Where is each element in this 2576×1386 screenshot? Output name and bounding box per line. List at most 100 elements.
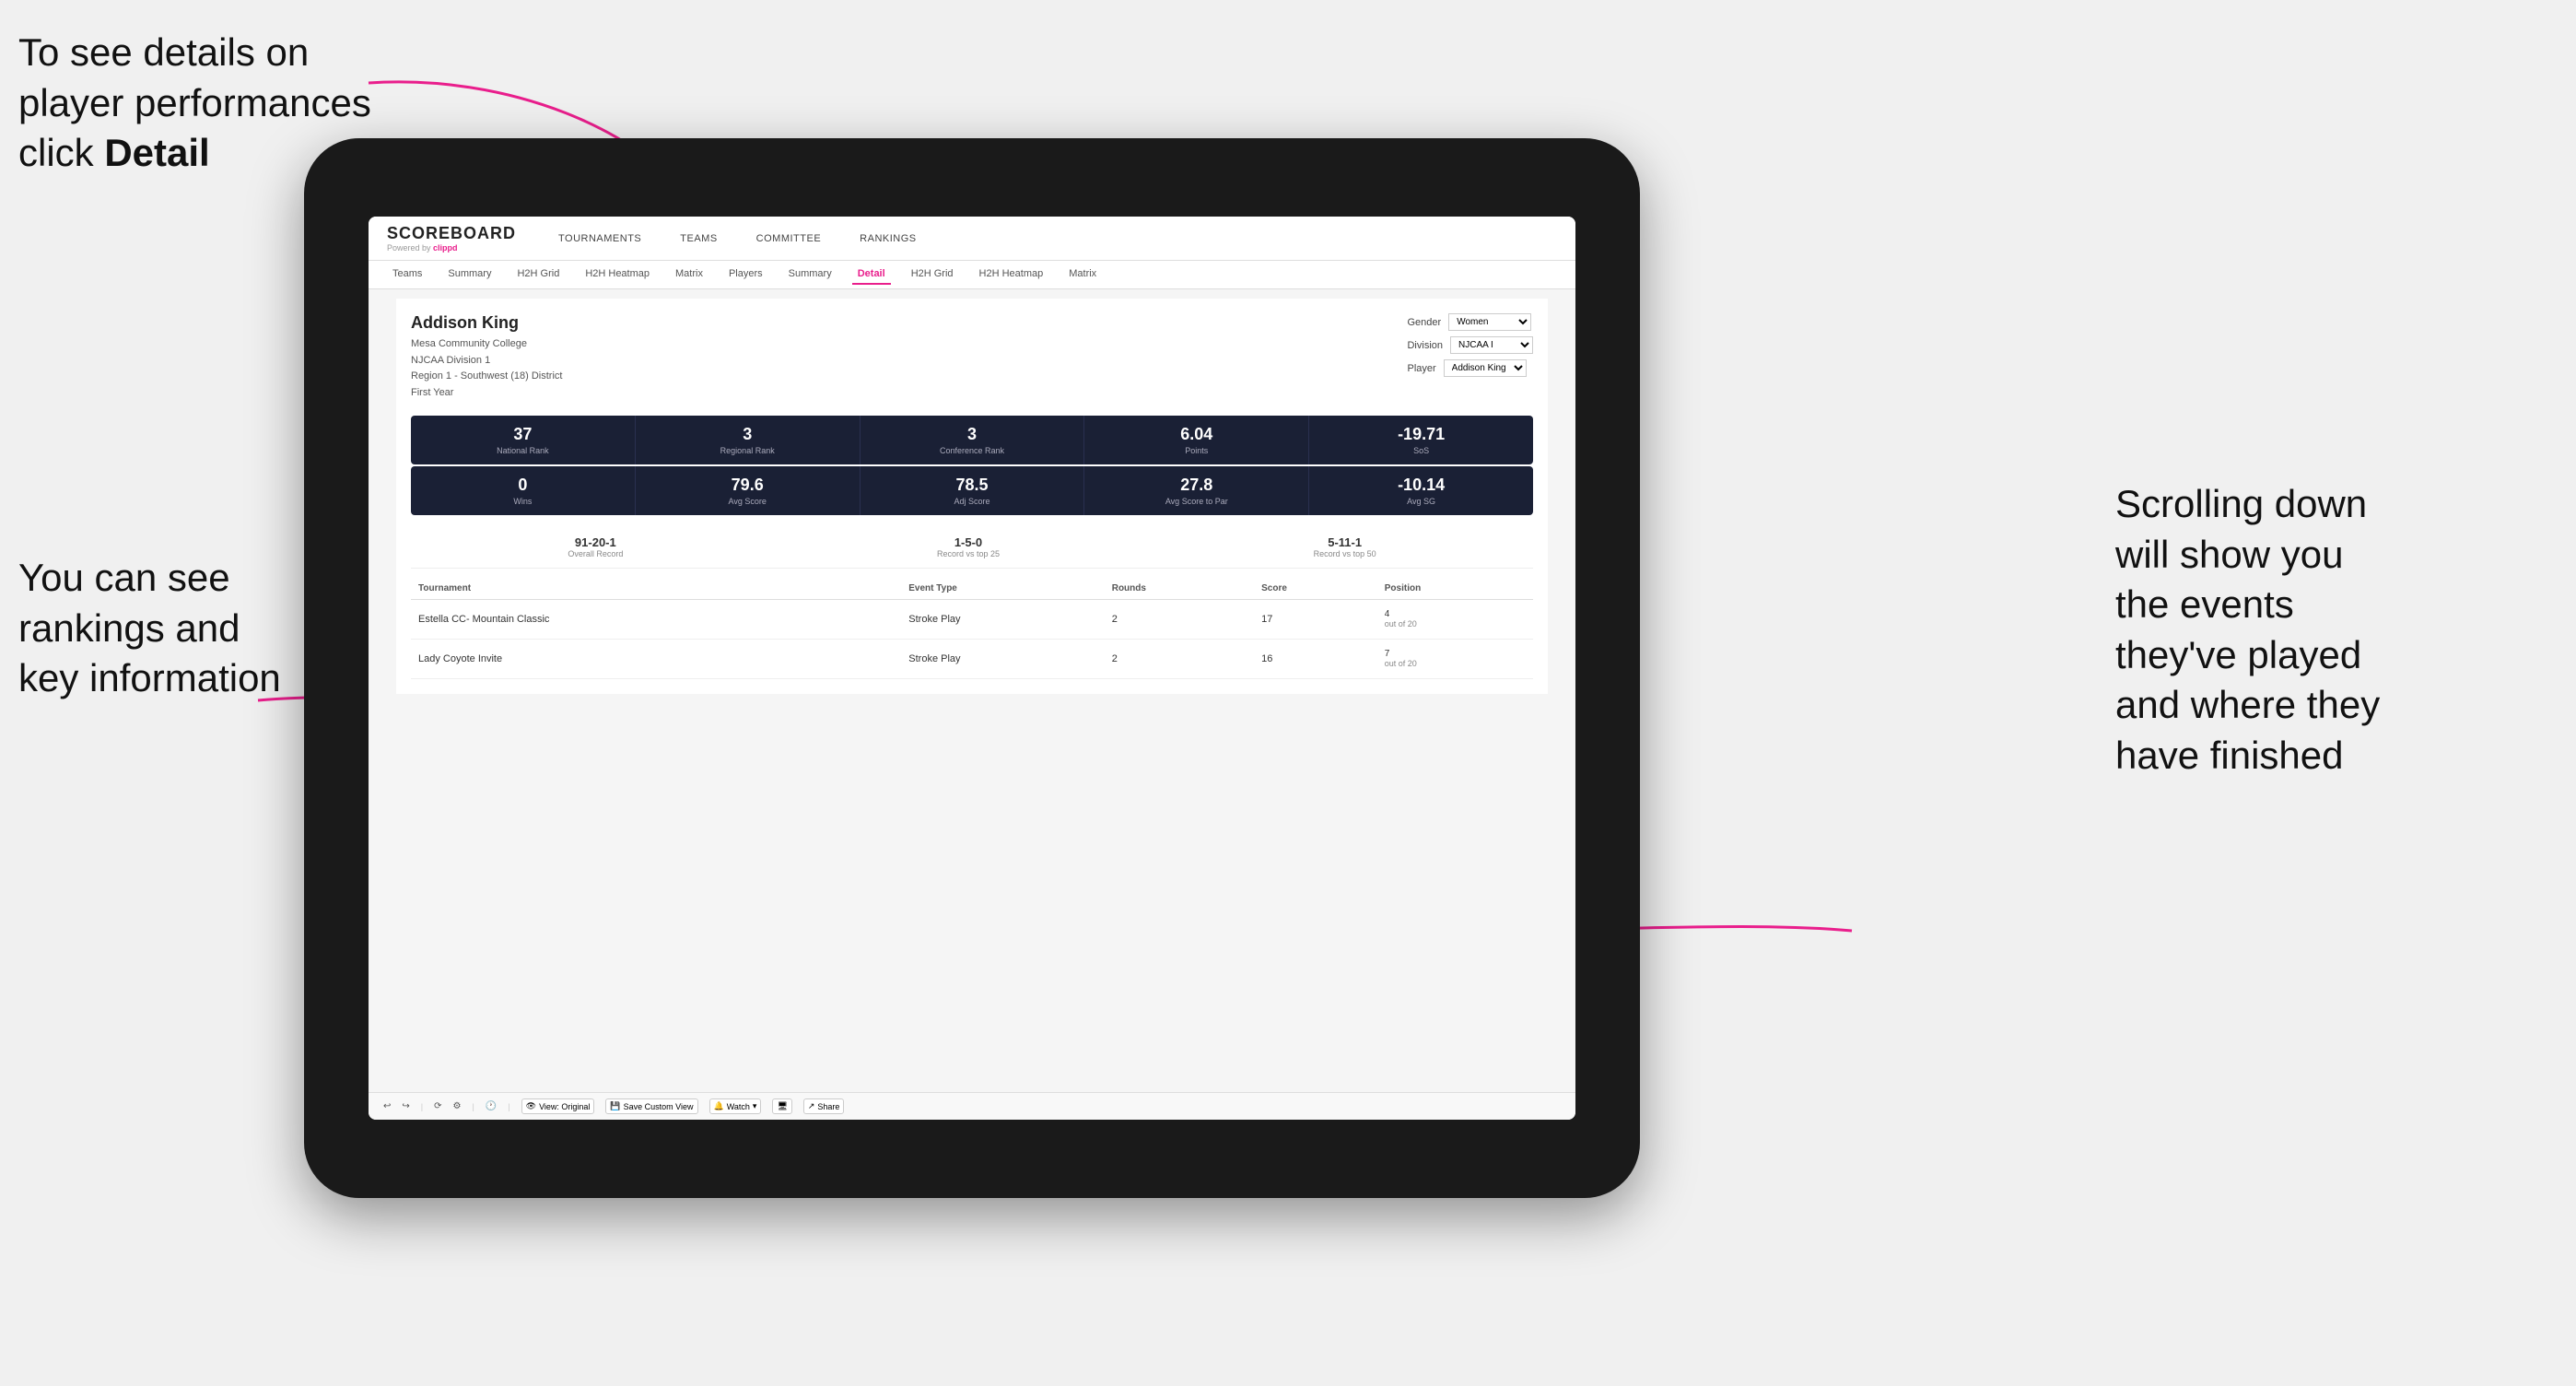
- td-position-1: 4out of 20: [1377, 600, 1533, 640]
- stat-conference-rank: 3 Conference Rank: [861, 416, 1085, 464]
- stat-points-value: 6.04: [1092, 425, 1301, 444]
- record-overall-value: 91-20-1: [568, 535, 623, 549]
- stat-avg-sg: -10.14 Avg SG: [1309, 466, 1533, 515]
- logo-scoreboard: SCOREBOARD: [387, 224, 516, 243]
- content-inner: Addison King Mesa Community College NJCA…: [396, 299, 1548, 694]
- save-icon: 💾: [610, 1101, 620, 1111]
- division-label: Division: [1407, 340, 1443, 351]
- share-button[interactable]: ↗ Share: [803, 1098, 845, 1114]
- bottom-toolbar: ↩ ↪ | ⟳ ⚙ | 🕐 | 👁 View: Original 💾 Save …: [369, 1092, 1575, 1120]
- records-row: 91-20-1 Overall Record 1-5-0 Record vs t…: [411, 526, 1533, 569]
- gender-label: Gender: [1407, 317, 1441, 328]
- stat-national-rank: 37 National Rank: [411, 416, 636, 464]
- stat-adj-score-value: 78.5: [868, 476, 1077, 495]
- subnav-players[interactable]: Players: [723, 264, 768, 285]
- td-tournament-2: Lady Coyote Invite: [411, 640, 856, 679]
- stat-adj-score-label: Adj Score: [868, 497, 1077, 506]
- stat-conference-rank-label: Conference Rank: [868, 446, 1077, 455]
- nav-rankings[interactable]: RANKINGS: [854, 229, 921, 248]
- stat-regional-rank: 3 Regional Rank: [636, 416, 861, 464]
- subnav-detail[interactable]: Detail: [852, 264, 891, 285]
- nav-tournaments[interactable]: TOURNAMENTS: [553, 229, 647, 248]
- stats-row-2: 0 Wins 79.6 Avg Score 78.5 Adj Score 27.…: [411, 466, 1533, 515]
- subnav-h2h-grid[interactable]: H2H Grid: [511, 264, 565, 285]
- view-label: View: Original: [539, 1102, 590, 1111]
- td-empty-2: [856, 640, 901, 679]
- record-top50-value: 5-11-1: [1314, 535, 1376, 549]
- th-position: Position: [1377, 578, 1533, 600]
- th-event-type: Event Type: [901, 578, 1104, 600]
- gender-select[interactable]: Women: [1448, 313, 1531, 331]
- stat-adj-score: 78.5 Adj Score: [861, 466, 1085, 515]
- main-content: Addison King Mesa Community College NJCA…: [369, 289, 1575, 1092]
- player-label: Player: [1407, 363, 1435, 374]
- record-overall-label: Overall Record: [568, 549, 623, 558]
- th-rounds: Rounds: [1105, 578, 1254, 600]
- screen-button[interactable]: 🖥: [772, 1098, 791, 1114]
- player-region: Region 1 - Southwest (18) District: [411, 369, 562, 385]
- subnav-summary[interactable]: Summary: [442, 264, 497, 285]
- subnav-matrix2[interactable]: Matrix: [1063, 264, 1102, 285]
- td-position-2: 7out of 20: [1377, 640, 1533, 679]
- settings-icon[interactable]: ⚙: [453, 1101, 462, 1111]
- refresh-icon[interactable]: ⟳: [434, 1101, 441, 1111]
- th-score: Score: [1254, 578, 1377, 600]
- tournament-table: Tournament Event Type Rounds Score Posit…: [411, 578, 1533, 679]
- view-icon: 👁: [526, 1101, 536, 1111]
- td-tournament-1: Estella CC- Mountain Classic: [411, 600, 856, 640]
- watch-icon: 🔔: [714, 1101, 724, 1111]
- td-event-type-2: Stroke Play: [901, 640, 1104, 679]
- undo-icon[interactable]: ↩: [383, 1101, 391, 1111]
- top-navigation: SCOREBOARD Powered by clippd TOURNAMENTS…: [369, 217, 1575, 261]
- subnav-h2h-grid2[interactable]: H2H Grid: [906, 264, 959, 285]
- tablet-device: SCOREBOARD Powered by clippd TOURNAMENTS…: [304, 138, 1640, 1198]
- annotation-bottom-left: You can see rankings and key information: [18, 553, 281, 704]
- stat-avg-score-label: Avg Score: [643, 497, 852, 506]
- player-name: Addison King: [411, 313, 562, 333]
- td-rounds-1: 2: [1105, 600, 1254, 640]
- save-custom-view-button[interactable]: 💾 Save Custom View: [605, 1098, 697, 1114]
- record-top25-value: 1-5-0: [937, 535, 1000, 549]
- save-label: Save Custom View: [624, 1102, 694, 1111]
- screen-icon: 🖥: [777, 1101, 787, 1111]
- division-select[interactable]: NJCAA I: [1450, 336, 1533, 354]
- stat-national-rank-value: 37: [418, 425, 627, 444]
- player-select[interactable]: Addison King: [1444, 359, 1527, 377]
- toolbar-sep2: |: [472, 1102, 474, 1111]
- subnav-h2h-heatmap2[interactable]: H2H Heatmap: [974, 264, 1049, 285]
- toolbar-sep3: |: [508, 1102, 509, 1111]
- stat-avg-score-par-label: Avg Score to Par: [1092, 497, 1301, 506]
- subnav-teams[interactable]: Teams: [387, 264, 427, 285]
- sub-navigation: Teams Summary H2H Grid H2H Heatmap Matri…: [369, 261, 1575, 289]
- subnav-summary2[interactable]: Summary: [783, 264, 837, 285]
- player-header: Addison King Mesa Community College NJCA…: [411, 313, 1533, 401]
- watch-button[interactable]: 🔔 Watch ▾: [709, 1098, 762, 1114]
- record-overall: 91-20-1 Overall Record: [568, 535, 623, 558]
- redo-icon[interactable]: ↪: [402, 1101, 409, 1111]
- tablet-screen: SCOREBOARD Powered by clippd TOURNAMENTS…: [369, 217, 1575, 1120]
- stat-avg-score-par-value: 27.8: [1092, 476, 1301, 495]
- stat-avg-score-value: 79.6: [643, 476, 852, 495]
- player-college: Mesa Community College: [411, 336, 562, 353]
- stat-points-label: Points: [1092, 446, 1301, 455]
- view-original-button[interactable]: 👁 View: Original: [521, 1098, 595, 1114]
- nav-committee[interactable]: COMMITTEE: [751, 229, 827, 248]
- stat-avg-sg-label: Avg SG: [1317, 497, 1526, 506]
- watch-chevron-icon: ▾: [753, 1101, 757, 1111]
- td-rounds-2: 2: [1105, 640, 1254, 679]
- share-label: Share: [817, 1102, 839, 1111]
- stat-avg-sg-value: -10.14: [1317, 476, 1526, 495]
- subnav-matrix[interactable]: Matrix: [670, 264, 708, 285]
- logo-clippd: clippd: [433, 243, 458, 253]
- annotation-detail-bold: Detail: [104, 131, 209, 174]
- th-empty: [856, 578, 901, 600]
- stat-regional-rank-value: 3: [643, 425, 852, 444]
- nav-teams[interactable]: TEAMS: [674, 229, 722, 248]
- stat-conference-rank-value: 3: [868, 425, 1077, 444]
- stat-sos: -19.71 SoS: [1309, 416, 1533, 464]
- subnav-h2h-heatmap[interactable]: H2H Heatmap: [580, 264, 655, 285]
- td-score-1: 17: [1254, 600, 1377, 640]
- clock-icon[interactable]: 🕐: [486, 1101, 497, 1111]
- stat-avg-score-par: 27.8 Avg Score to Par: [1084, 466, 1309, 515]
- logo-powered: Powered by clippd: [387, 243, 516, 253]
